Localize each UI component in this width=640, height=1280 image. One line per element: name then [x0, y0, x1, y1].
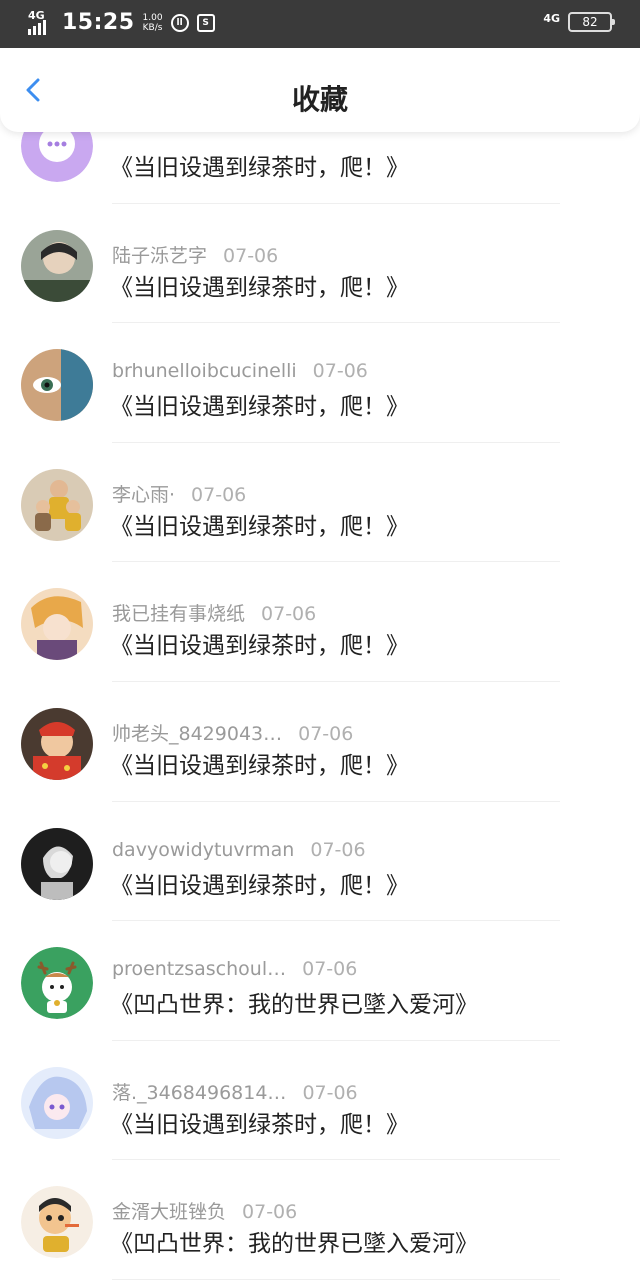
- post-title[interactable]: 《当旧设遇到绿茶时，爬！》: [110, 746, 409, 780]
- author-name: 李心雨·: [112, 483, 176, 506]
- list-item[interactable]: 陆子泺艺字 07-06 《当旧设遇到绿茶时，爬！》: [0, 204, 640, 324]
- item-meta: 李心雨· 07-06: [112, 480, 246, 507]
- post-title[interactable]: 《凹凸世界：我的世界已墜入爱河》: [110, 1224, 478, 1258]
- status-right: 4G 82: [543, 11, 615, 32]
- item-date: 07-06: [242, 1201, 298, 1224]
- item-date: 07-06: [261, 603, 317, 626]
- post-title[interactable]: 《当旧设遇到绿茶时，爬！》: [110, 268, 409, 302]
- item-date: 07-06: [302, 958, 358, 981]
- avatar: [21, 588, 93, 661]
- list-item[interactable]: brhunelloibcucinelli 07-06 《当旧设遇到绿茶时，爬！》: [0, 323, 640, 443]
- avatar: [21, 827, 93, 900]
- clock: 15:25: [62, 10, 135, 35]
- item-meta: 金湑大班锉负 07-06: [112, 1197, 297, 1224]
- author-name: brhunelloibcucinelli: [112, 360, 297, 383]
- author-name: 落._3468496814…: [112, 1081, 287, 1104]
- battery-level: 82: [582, 15, 598, 29]
- avatar: [21, 229, 93, 302]
- signal-icon: 4G: [28, 9, 54, 35]
- item-date: 07-06: [223, 244, 279, 267]
- list-item[interactable]: 金湑大班锉负 07-06 《凹凸世界：我的世界已墜入爱河》: [0, 1160, 640, 1280]
- avatar: [21, 468, 93, 541]
- item-date: 07-06: [310, 838, 366, 861]
- post-title[interactable]: 《当旧设遇到绿茶时，爬！》: [110, 148, 409, 182]
- list-item[interactable]: 落._3468496814… 07-06 《当旧设遇到绿茶时，爬！》: [0, 1041, 640, 1161]
- item-meta: 落._3468496814… 07-06: [112, 1078, 358, 1105]
- item-date: 07-06: [302, 1081, 358, 1104]
- author-name: proentzsaschoul…: [112, 958, 287, 981]
- list-item[interactable]: davyowidytuvrman 07-06 《当旧设遇到绿茶时，爬！》: [0, 802, 640, 922]
- item-meta: 我已挂有事烧纸 07-06: [112, 599, 316, 626]
- battery-icon: 82: [568, 12, 615, 32]
- author-name: 帅老头_8429043…: [112, 722, 283, 745]
- app-notification-icon: S: [196, 13, 215, 32]
- item-meta: davyowidytuvrman 07-06: [112, 839, 366, 861]
- avatar: [21, 1066, 93, 1139]
- avatar: [21, 349, 93, 422]
- author-name: 陆子泺艺字: [112, 244, 208, 267]
- post-title[interactable]: 《当旧设遇到绿茶时，爬！》: [110, 866, 409, 900]
- author-name: davyowidytuvrman: [112, 838, 295, 861]
- navigation-bar: 收藏: [0, 48, 640, 132]
- item-meta: proentzsaschoul… 07-06: [112, 958, 357, 980]
- author-name: 金湑大班锉负: [112, 1201, 227, 1224]
- post-title[interactable]: 《当旧设遇到绿茶时，爬！》: [110, 626, 409, 660]
- item-meta: 帅老头_8429043… 07-06: [112, 719, 353, 746]
- list-item[interactable]: proentzsaschoul… 07-06 《凹凸世界：我的世界已墜入爱河》: [0, 921, 640, 1041]
- status-left: 4G 15:25 1.00 KB/s ll S: [28, 9, 215, 35]
- author-name: 我已挂有事烧纸: [112, 603, 246, 626]
- item-meta: brhunelloibcucinelli 07-06: [112, 360, 368, 382]
- post-title[interactable]: 《当旧设遇到绿茶时，爬！》: [110, 387, 409, 421]
- item-meta: 陆子泺艺字 07-06: [112, 241, 278, 268]
- status-bar: 4G 15:25 1.00 KB/s ll S 4G 82: [0, 0, 640, 48]
- post-title[interactable]: 《凹凸世界：我的世界已墜入爱河》: [110, 985, 478, 1019]
- avatar: [21, 707, 93, 780]
- item-date: 07-06: [312, 360, 368, 383]
- item-date: 07-06: [298, 722, 354, 745]
- favorites-list: 《当旧设遇到绿茶时，爬！》 陆子泺艺字 07-06 《当旧设遇到绿茶时，爬！》 b…: [0, 84, 640, 1280]
- list-item[interactable]: 帅老头_8429043… 07-06 《当旧设遇到绿茶时，爬！》: [0, 682, 640, 802]
- post-title[interactable]: 《当旧设遇到绿茶时，爬！》: [110, 1105, 409, 1139]
- list-item[interactable]: 李心雨· 07-06 《当旧设遇到绿茶时，爬！》: [0, 443, 640, 563]
- notification-icon: ll: [170, 13, 189, 32]
- avatar: [21, 947, 93, 1020]
- page-title: 收藏: [291, 83, 348, 116]
- list-item[interactable]: 我已挂有事烧纸 07-06 《当旧设遇到绿茶时，爬！》: [0, 562, 640, 682]
- avatar: [21, 1186, 93, 1259]
- network-type-right: 4G: [543, 11, 560, 25]
- network-speed: 1.00 KB/s: [142, 12, 163, 33]
- post-title[interactable]: 《当旧设遇到绿茶时，爬！》: [110, 507, 409, 541]
- item-date: 07-06: [191, 483, 247, 506]
